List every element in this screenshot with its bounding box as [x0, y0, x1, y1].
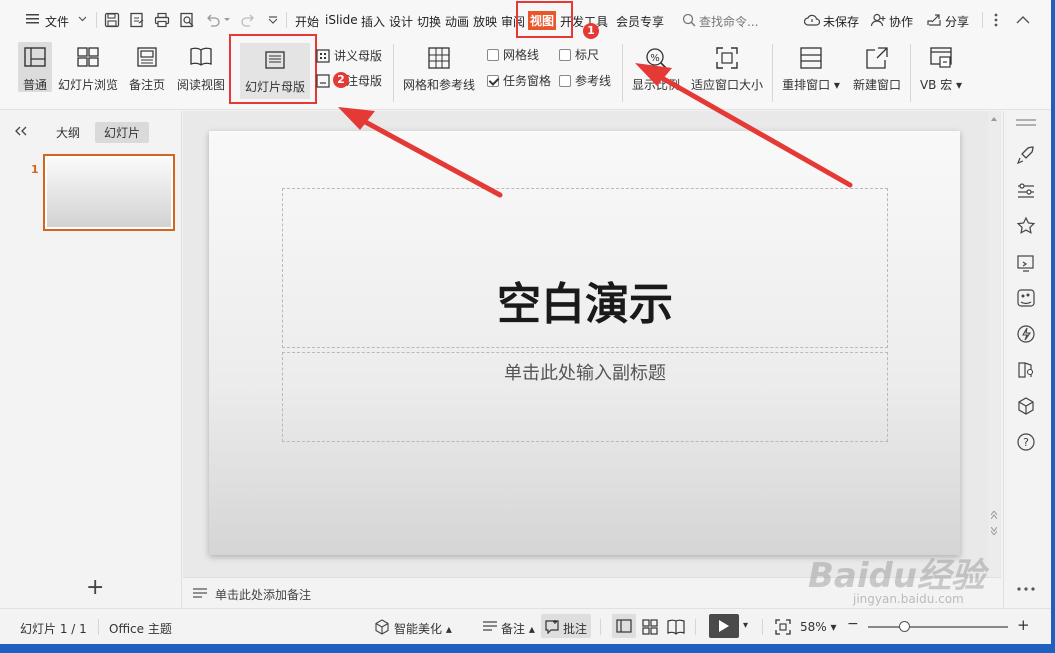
- play-icon: [719, 620, 729, 632]
- notes-icon: [192, 587, 208, 600]
- zoom-in-button[interactable]: +: [1017, 616, 1030, 634]
- normal-view-status-icon: [616, 619, 632, 633]
- palette-icon[interactable]: [1016, 288, 1036, 308]
- zoom-slider-thumb[interactable]: [899, 621, 910, 632]
- cube-icon[interactable]: [1016, 396, 1036, 416]
- arrow-to-view-tab: [635, 63, 853, 188]
- smart-beautify-icon[interactable]: [374, 619, 390, 635]
- right-sidebar: ?: [1003, 111, 1051, 608]
- slide-counter: 幻灯片 1 / 1: [20, 622, 87, 636]
- normal-view-status-button[interactable]: [612, 614, 636, 638]
- notes-placeholder[interactable]: 单击此处添加备注: [215, 586, 311, 603]
- play-slideshow-button[interactable]: [709, 614, 739, 638]
- more-tools-icon[interactable]: [1016, 587, 1036, 591]
- rocket-icon[interactable]: [1016, 145, 1036, 165]
- zoom-level[interactable]: 58% ▾: [800, 620, 837, 634]
- zoom-slider[interactable]: [868, 621, 1008, 632]
- watermark-url: jingyan.baidu.com: [853, 592, 964, 606]
- notes-toggle-button[interactable]: 备注 ▴: [501, 620, 535, 637]
- fit-window-status-icon[interactable]: [775, 619, 791, 635]
- app-window: 文件 开始 iSlide 插入 设计 切换 动画 放映 审阅 视图 开发工具 会…: [0, 0, 1055, 653]
- arrow-to-slide-master: [338, 107, 503, 198]
- status-bar: 幻灯片 1 / 1 Office 主题 智能美化 ▴ 备注 ▴ 批注 ▾ 58%…: [0, 608, 1051, 644]
- lightning-icon[interactable]: [1016, 324, 1036, 344]
- baidu-watermark: Baidu经验 jingyan.baidu.com: [808, 540, 998, 610]
- comments-label: 批注: [563, 622, 588, 636]
- notes-toggle-icon[interactable]: [482, 620, 498, 633]
- theme-name[interactable]: Office 主题: [109, 620, 172, 637]
- reading-view-status-icon[interactable]: [667, 619, 685, 635]
- comment-icon: [544, 619, 560, 634]
- zoom-out-button[interactable]: −: [847, 616, 859, 632]
- comments-button[interactable]: 批注: [541, 614, 591, 638]
- watermark-logo: Baidu经验: [808, 556, 986, 596]
- sliders-icon[interactable]: [1016, 181, 1036, 201]
- sidebar-menu-icon[interactable]: [1016, 119, 1036, 127]
- slide-switch-icon[interactable]: [1016, 253, 1036, 273]
- help-icon[interactable]: ?: [1016, 432, 1036, 452]
- smart-beautify-button[interactable]: 智能美化 ▴: [394, 620, 452, 637]
- svg-text:?: ?: [1023, 436, 1029, 449]
- book-search-icon[interactable]: [1016, 360, 1036, 380]
- play-dropdown-icon[interactable]: ▾: [743, 620, 748, 631]
- star-icon[interactable]: [1016, 216, 1036, 236]
- slide-sorter-status-icon[interactable]: [642, 619, 658, 635]
